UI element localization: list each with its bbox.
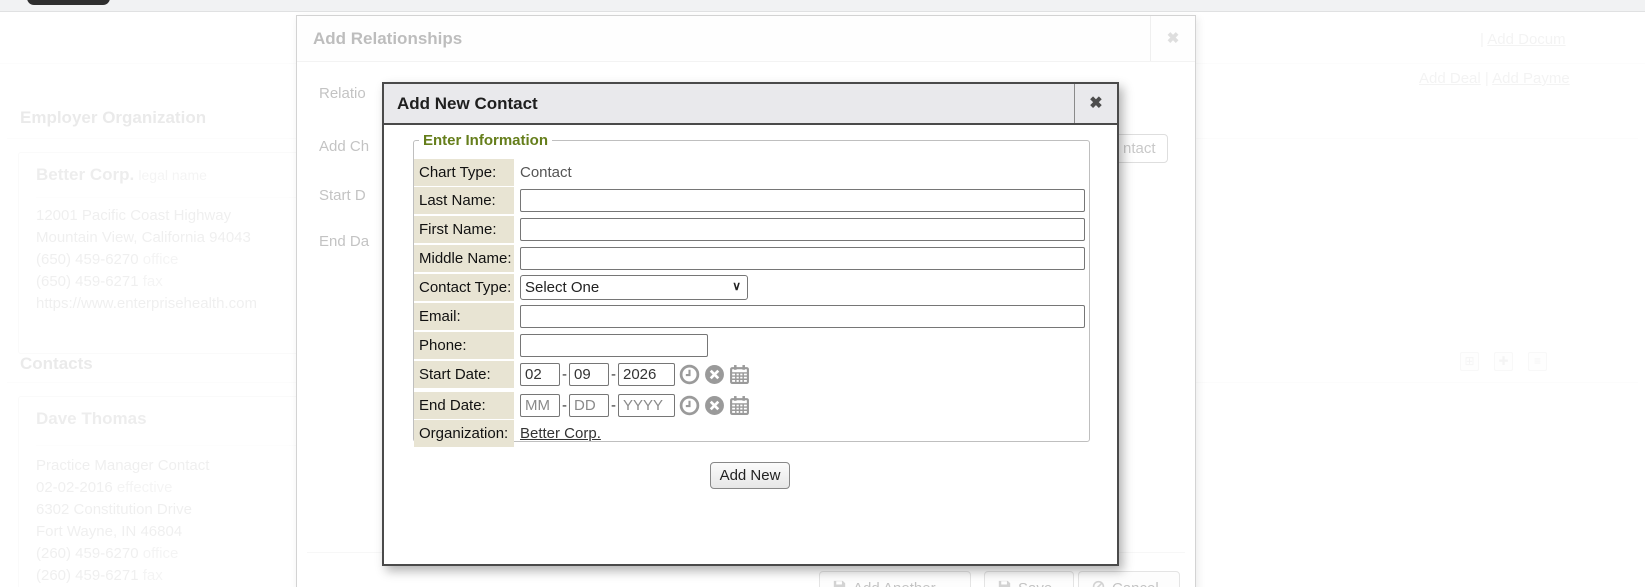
contact-type-label: Contact Type: <box>414 274 514 301</box>
last-name-label: Last Name: <box>414 187 514 214</box>
clock-icon[interactable] <box>679 395 700 416</box>
start-date-month-input[interactable] <box>520 363 560 386</box>
form-row-start-date: Start Date: - - <box>414 361 1089 388</box>
form-row-middle-name: Middle Name: <box>414 245 1089 272</box>
middle-name-input[interactable] <box>520 247 1085 270</box>
start-date-year-input[interactable] <box>618 363 675 386</box>
clear-date-icon[interactable] <box>704 395 725 416</box>
date-separator: - <box>611 397 616 414</box>
add-new-contact-header: Add New Contact ✖ <box>384 84 1117 125</box>
phone-input[interactable] <box>520 334 708 357</box>
email-input[interactable] <box>520 305 1085 328</box>
date-separator: - <box>562 397 567 414</box>
form-row-first-name: First Name: <box>414 216 1089 243</box>
phone-label: Phone: <box>414 332 514 359</box>
close-icon[interactable]: ✖ <box>1074 84 1117 123</box>
calendar-icon[interactable] <box>729 395 750 416</box>
browser-tab-fragment <box>27 0 110 5</box>
chart-type-value: Contact <box>520 164 572 181</box>
screenshot-root: | Add Docum Add Deal | Add Payme Employe… <box>0 0 1645 587</box>
calendar-icon[interactable] <box>729 364 750 385</box>
start-date-label: Start Date: <box>414 361 514 388</box>
start-date-day-input[interactable] <box>569 363 609 386</box>
contact-type-select[interactable]: Select One <box>520 275 748 300</box>
clear-date-icon[interactable] <box>704 364 725 385</box>
clock-icon[interactable] <box>679 364 700 385</box>
end-date-label: End Date: <box>414 392 514 419</box>
end-date-year-input[interactable] <box>618 394 675 417</box>
email-label: Email: <box>414 303 514 330</box>
middle-name-label: Middle Name: <box>414 245 514 272</box>
add-new-contact-title: Add New Contact <box>397 84 538 123</box>
end-date-day-input[interactable] <box>569 394 609 417</box>
form-row-email: Email: <box>414 303 1089 330</box>
date-separator: - <box>562 366 567 383</box>
end-date-month-input[interactable] <box>520 394 560 417</box>
organization-link[interactable]: Better Corp. <box>520 425 601 442</box>
form-row-end-date: End Date: - - <box>414 392 1089 419</box>
form-row-phone: Phone: <box>414 332 1089 359</box>
add-new-contact-modal: Add New Contact ✖ Enter Information Char… <box>382 82 1119 566</box>
browser-strip <box>0 0 1645 12</box>
add-new-button[interactable]: Add New <box>710 462 790 489</box>
form-row-last-name: Last Name: <box>414 187 1089 214</box>
form-row-organization: Organization: Better Corp. <box>414 420 1089 447</box>
first-name-input[interactable] <box>520 218 1085 241</box>
last-name-input[interactable] <box>520 189 1085 212</box>
form-row-chart-type: Chart Type: Contact <box>414 159 1089 186</box>
date-separator: - <box>611 366 616 383</box>
form-row-contact-type: Contact Type: Select One ∨ <box>414 274 1089 301</box>
fieldset-legend: Enter Information <box>419 132 552 149</box>
chart-type-label: Chart Type: <box>414 159 514 186</box>
first-name-label: First Name: <box>414 216 514 243</box>
organization-label: Organization: <box>414 420 514 447</box>
